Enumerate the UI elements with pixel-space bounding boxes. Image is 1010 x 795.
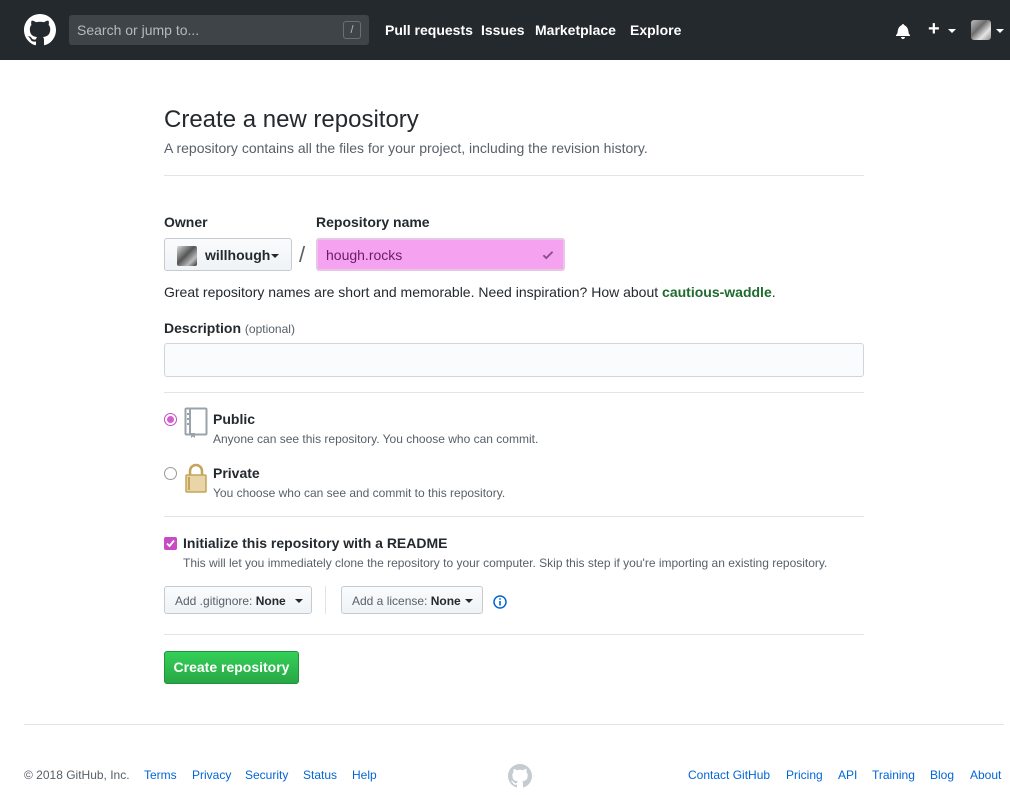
repo-name-hint: Great repository names are short and mem… <box>164 284 776 300</box>
nav-issues[interactable]: Issues <box>481 22 525 38</box>
footer-link-terms[interactable]: Terms <box>144 768 177 782</box>
search-shortcut-key: / <box>343 21 361 39</box>
plus-chevron-down-icon[interactable] <box>948 29 956 33</box>
repo-name-input[interactable]: hough.rocks <box>316 238 565 271</box>
owner-avatar <box>177 246 197 266</box>
owner-repo-separator: / <box>299 242 306 267</box>
owner-select-button[interactable]: willhough <box>164 238 292 271</box>
readme-desc: This will let you immediately clone the … <box>183 556 828 570</box>
gitignore-value: None <box>255 594 286 608</box>
search-placeholder: Search or jump to... <box>77 22 200 38</box>
optional-tag: (optional) <box>244 322 295 336</box>
new-plus-icon[interactable]: + <box>928 19 940 39</box>
owner-name: willhough <box>205 247 271 263</box>
github-logo-icon[interactable] <box>508 764 532 788</box>
public-desc: Anyone can see this repository. You choo… <box>213 432 539 446</box>
owner-chevron-down-icon <box>271 254 279 258</box>
page-title: Create a new repository <box>164 106 419 133</box>
github-logo-icon[interactable] <box>24 14 56 46</box>
repo-name-label: Repository name <box>316 214 430 230</box>
nav-marketplace[interactable]: Marketplace <box>535 22 616 38</box>
copyright: © 2018 GitHub, Inc. <box>24 768 130 782</box>
private-radio[interactable] <box>164 467 177 480</box>
footer-link-help[interactable]: Help <box>352 768 377 782</box>
nav-pull-requests[interactable]: Pull requests <box>385 22 473 38</box>
footer-link-contact[interactable]: Contact GitHub <box>688 768 770 782</box>
nav-explore[interactable]: Explore <box>630 22 681 38</box>
gitignore-chevron-down-icon <box>295 599 303 603</box>
footer-link-about[interactable]: About <box>970 768 1001 782</box>
repo-name-value: hough.rocks <box>326 247 403 263</box>
divider <box>164 392 864 393</box>
avatar-chevron-down-icon[interactable] <box>996 29 1004 33</box>
license-select-button[interactable]: Add a license: None <box>341 586 483 614</box>
notification-bell-icon[interactable] <box>896 23 910 39</box>
divider <box>325 586 326 614</box>
footer-link-privacy[interactable]: Privacy <box>192 768 231 782</box>
info-icon[interactable] <box>493 595 507 609</box>
top-header: Search or jump to... / Pull requests Iss… <box>0 0 1010 60</box>
description-input[interactable] <box>164 343 864 377</box>
private-desc: You choose who can see and commit to thi… <box>213 486 506 500</box>
repo-book-icon <box>184 407 208 438</box>
create-repository-button[interactable]: Create repository <box>164 651 299 684</box>
user-avatar[interactable] <box>971 20 991 40</box>
search-input[interactable]: Search or jump to... / <box>69 15 369 45</box>
readme-checkbox[interactable] <box>164 537 177 550</box>
check-icon <box>542 251 554 260</box>
footer-link-pricing[interactable]: Pricing <box>786 768 823 782</box>
license-value: None <box>430 594 461 608</box>
readme-title: Initialize this repository with a README <box>183 535 448 551</box>
divider <box>164 634 864 635</box>
divider <box>164 516 864 517</box>
footer-link-security[interactable]: Security <box>245 768 288 782</box>
gitignore-select-button[interactable]: Add .gitignore: None <box>164 586 312 614</box>
footer-divider <box>24 724 1004 725</box>
public-radio[interactable] <box>164 413 177 426</box>
license-chevron-down-icon <box>465 599 473 603</box>
footer-link-status[interactable]: Status <box>303 768 337 782</box>
owner-label: Owner <box>164 214 208 230</box>
footer-link-blog[interactable]: Blog <box>930 768 954 782</box>
public-title: Public <box>213 411 256 427</box>
description-label: Description (optional) <box>164 320 295 336</box>
lock-icon <box>185 463 207 493</box>
divider <box>164 175 864 176</box>
footer-link-api[interactable]: API <box>838 768 857 782</box>
footer-link-training[interactable]: Training <box>872 768 915 782</box>
private-title: Private <box>213 465 260 481</box>
checkmark-icon <box>166 539 175 548</box>
page-subtitle: A repository contains all the files for … <box>164 140 648 156</box>
name-suggestion-link[interactable]: cautious-waddle <box>662 284 772 300</box>
